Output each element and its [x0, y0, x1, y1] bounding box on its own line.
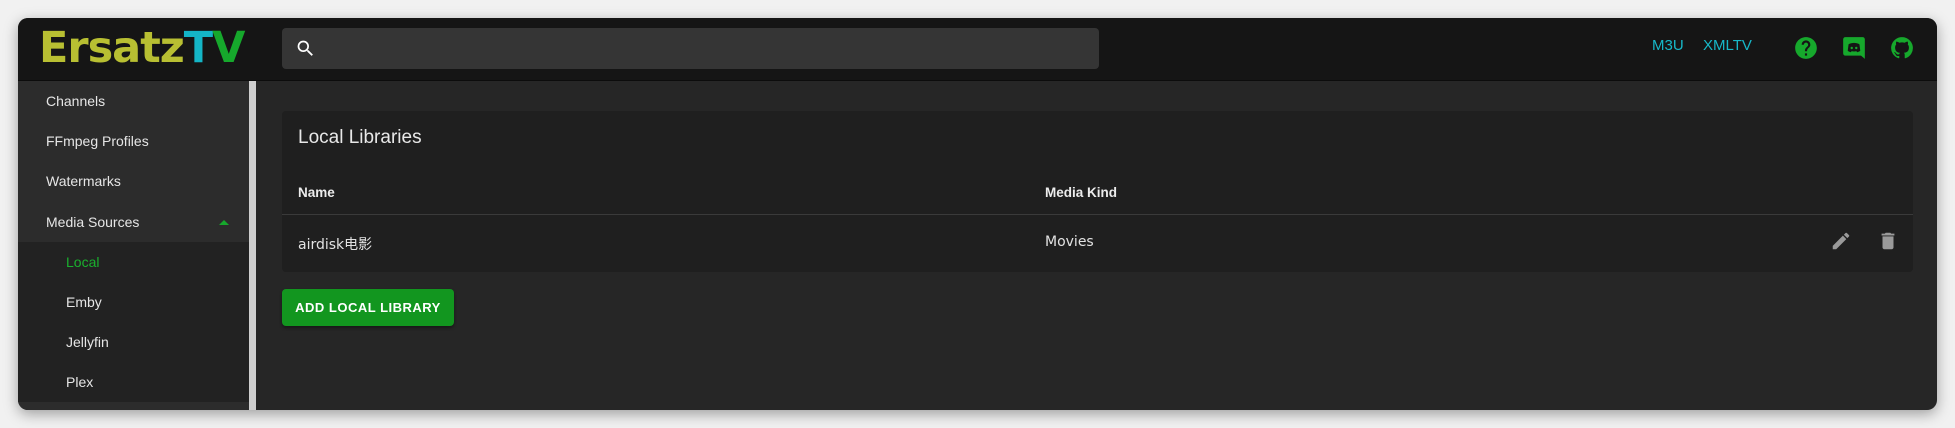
- sidebar-item-channels[interactable]: Channels: [18, 81, 249, 121]
- local-libraries-card: Local Libraries Name Media Kind airdisk电…: [282, 111, 1913, 272]
- sidebar-item-media-sources[interactable]: Media Sources: [18, 202, 249, 242]
- edit-icon[interactable]: [1830, 230, 1852, 252]
- sidebar-scrollbar[interactable]: [249, 81, 256, 410]
- sidebar-item-jellyfin[interactable]: Jellyfin: [18, 322, 249, 362]
- m3u-link[interactable]: M3U: [1652, 37, 1684, 54]
- discord-icon[interactable]: [1841, 35, 1867, 61]
- sidebar-item-local[interactable]: Local: [18, 242, 249, 282]
- sidebar-item-emby[interactable]: Emby: [18, 282, 249, 322]
- sidebar: Channels FFmpeg Profiles Watermarks Medi…: [18, 81, 249, 410]
- help-icon[interactable]: [1793, 35, 1819, 61]
- table-divider: [282, 214, 1913, 215]
- search-box[interactable]: [282, 28, 1099, 69]
- chevron-up-icon: [219, 220, 229, 225]
- xmltv-link[interactable]: XMLTV: [1703, 37, 1752, 54]
- add-local-library-button[interactable]: ADD LOCAL LIBRARY: [282, 289, 454, 326]
- column-header-name: Name: [298, 185, 335, 200]
- app-window: ErsatzTV M3U XMLTV Channels FFmpeg Profi…: [18, 18, 1937, 410]
- delete-icon[interactable]: [1877, 230, 1899, 252]
- sidebar-item-ffmpeg-profiles[interactable]: FFmpeg Profiles: [18, 121, 249, 161]
- library-name-cell: airdisk电影: [298, 237, 373, 253]
- logo-text-ersatz: Ersatz: [39, 23, 185, 73]
- sidebar-item-plex[interactable]: Plex: [18, 362, 249, 402]
- github-icon[interactable]: [1889, 35, 1915, 61]
- top-app-bar: ErsatzTV M3U XMLTV: [18, 18, 1937, 81]
- search-icon: [297, 40, 313, 56]
- column-header-media-kind: Media Kind: [1045, 185, 1118, 200]
- ersatztv-logo[interactable]: ErsatzTV: [39, 23, 245, 73]
- sidebar-item-label: Media Sources: [46, 214, 140, 230]
- sidebar-item-watermarks[interactable]: Watermarks: [18, 161, 249, 201]
- page-title: Local Libraries: [298, 127, 422, 148]
- media-kind-cell: Movies: [1045, 234, 1094, 250]
- logo-text-v: V: [212, 23, 245, 73]
- logo-text-t: T: [183, 23, 213, 73]
- search-input[interactable]: [328, 28, 1089, 69]
